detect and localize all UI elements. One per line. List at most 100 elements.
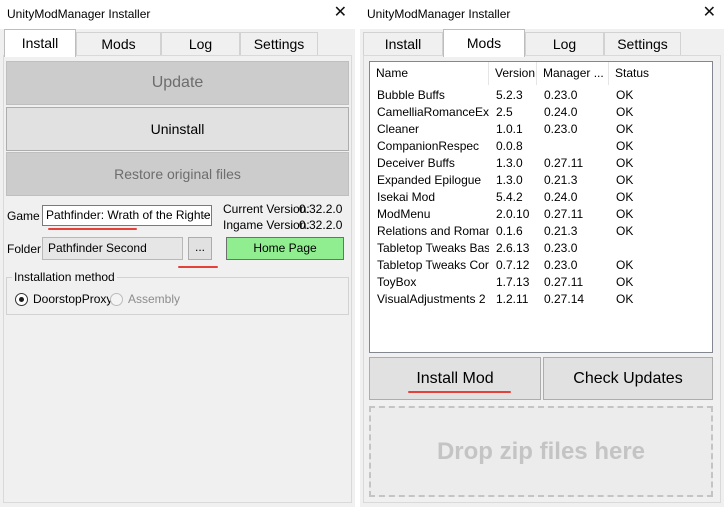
mod-version: 5.4.2 bbox=[496, 190, 523, 204]
mod-name: Relations and Roman... bbox=[377, 224, 489, 238]
tab-mods[interactable]: Mods bbox=[76, 32, 161, 56]
restore-original-files-button[interactable]: Restore original files bbox=[6, 152, 349, 196]
mod-manager-version: 0.27.11 bbox=[544, 207, 584, 221]
installer-window-left: UnityModManager Installer ✕ Install Mods… bbox=[0, 0, 355, 507]
game-select-value: Pathfinder: Wrath of the Righte bbox=[46, 208, 211, 222]
mod-manager-version: 0.24.0 bbox=[544, 105, 578, 119]
mod-status: OK bbox=[616, 139, 634, 153]
install-mod-label: Install Mod bbox=[416, 370, 494, 387]
mod-version: 1.3.0 bbox=[496, 173, 523, 187]
uninstall-button[interactable]: Uninstall bbox=[6, 107, 349, 151]
tab-bar: Install Mods Log Settings bbox=[0, 29, 355, 57]
home-page-button[interactable]: Home Page bbox=[226, 237, 344, 260]
mod-status: OK bbox=[616, 275, 634, 289]
table-row[interactable]: ToyBox 1.7.13 0.27.11 OK bbox=[370, 274, 712, 291]
window-title: UnityModManager Installer bbox=[367, 7, 511, 21]
tab-mods[interactable]: Mods bbox=[443, 29, 525, 57]
mods-list[interactable]: Name Version Manager ... Status Bubble B… bbox=[369, 61, 713, 353]
folder-label: Folder bbox=[7, 242, 42, 256]
annotation-underline-game bbox=[48, 228, 137, 230]
mod-manager-version: 0.23.0 bbox=[544, 122, 578, 136]
mod-version: 0.0.8 bbox=[496, 139, 523, 153]
mod-manager-version: 0.21.3 bbox=[544, 224, 578, 238]
table-row[interactable]: Cleaner 1.0.1 0.23.0 OK bbox=[370, 121, 712, 138]
mod-status: OK bbox=[616, 190, 634, 204]
table-row[interactable]: Deceiver Buffs 1.3.0 0.27.11 OK bbox=[370, 155, 712, 172]
install-mod-button[interactable]: Install Mod bbox=[369, 357, 541, 400]
title-bar: UnityModManager Installer ✕ bbox=[360, 0, 724, 29]
mod-version: 1.2.11 bbox=[496, 292, 529, 306]
assembly-radio-label: Assembly bbox=[128, 292, 181, 306]
mod-version: 2.5 bbox=[496, 105, 513, 119]
ingame-version-value: 0.32.2.0 bbox=[299, 218, 343, 232]
mod-manager-version: 0.23.0 bbox=[544, 258, 578, 272]
installation-method-label: Installation method bbox=[12, 270, 117, 284]
tab-log[interactable]: Log bbox=[161, 32, 240, 56]
mod-version: 0.7.12 bbox=[496, 258, 530, 272]
tab-install[interactable]: Install bbox=[4, 29, 76, 57]
doorstopproxy-radio[interactable] bbox=[15, 293, 28, 306]
table-row[interactable]: Tabletop Tweaks Base 2.6.13 0.23.0 bbox=[370, 240, 712, 257]
mod-name: Isekai Mod bbox=[377, 190, 436, 204]
mod-manager-version: 0.23.0 bbox=[544, 241, 578, 255]
mod-name: Tabletop Tweaks Core bbox=[377, 258, 489, 272]
doorstopproxy-radio-label: DoorstopProxy bbox=[33, 292, 113, 306]
tab-install[interactable]: Install bbox=[363, 32, 443, 56]
current-version-value: 0.32.2.0 bbox=[299, 202, 343, 216]
assembly-radio[interactable] bbox=[110, 293, 123, 306]
column-header-version[interactable]: Version bbox=[489, 62, 537, 85]
mod-name: VisualAdjustments 2 bbox=[377, 292, 486, 306]
current-version-label: Current Version: bbox=[223, 202, 310, 216]
mod-manager-version: 0.27.11 bbox=[544, 156, 584, 170]
ingame-version-label: Ingame Version: bbox=[223, 218, 310, 232]
mod-status: OK bbox=[616, 122, 634, 136]
mod-version: 5.2.3 bbox=[496, 88, 523, 102]
tab-log[interactable]: Log bbox=[525, 32, 604, 56]
mod-version: 0.1.6 bbox=[496, 224, 523, 238]
column-header-name[interactable]: Name bbox=[370, 62, 489, 85]
game-select[interactable]: Pathfinder: Wrath of the Righte ⌵ bbox=[42, 205, 212, 226]
table-row[interactable]: Isekai Mod 5.4.2 0.24.0 OK bbox=[370, 189, 712, 206]
drop-zip-zone[interactable]: Drop zip files here bbox=[369, 406, 713, 497]
browse-folder-button[interactable]: ... bbox=[188, 237, 212, 260]
table-row[interactable]: CamelliaRomanceExp... 2.5 0.24.0 OK bbox=[370, 104, 712, 121]
chevron-down-icon: ⌵ bbox=[201, 210, 209, 221]
tab-bar: Install Mods Log Settings bbox=[360, 29, 724, 57]
table-row[interactable]: ModMenu 2.0.10 0.27.11 OK bbox=[370, 206, 712, 223]
mod-manager-version: 0.21.3 bbox=[544, 173, 578, 187]
column-header-manager-version[interactable]: Manager ... bbox=[537, 62, 609, 85]
mod-name: Deceiver Buffs bbox=[377, 156, 455, 170]
mod-status: OK bbox=[616, 105, 634, 119]
mod-manager-version: 0.24.0 bbox=[544, 190, 578, 204]
mods-list-header: Name Version Manager ... Status bbox=[370, 62, 712, 85]
close-icon[interactable]: ✕ bbox=[334, 4, 347, 22]
game-label: Game bbox=[7, 209, 40, 223]
mod-name: Expanded Epilogue bbox=[377, 173, 482, 187]
update-button[interactable]: Update bbox=[6, 61, 349, 105]
table-row[interactable]: VisualAdjustments 2 1.2.11 0.27.14 OK bbox=[370, 291, 712, 308]
close-icon[interactable]: ✕ bbox=[703, 4, 716, 22]
mod-name: CamelliaRomanceExp... bbox=[377, 105, 489, 119]
folder-path-field[interactable]: Pathfinder Second bbox=[42, 237, 183, 260]
mod-version: 1.7.13 bbox=[496, 275, 530, 289]
mods-panel: Name Version Manager ... Status Bubble B… bbox=[363, 55, 721, 503]
table-row[interactable]: CompanionRespec 0.0.8 OK bbox=[370, 138, 712, 155]
title-bar: UnityModManager Installer ✕ bbox=[0, 0, 355, 29]
annotation-underline-install-mod bbox=[408, 391, 511, 393]
tab-settings[interactable]: Settings bbox=[240, 32, 318, 56]
installer-window-right: UnityModManager Installer ✕ Install Mods… bbox=[360, 0, 724, 507]
install-panel: Update Uninstall Restore original files … bbox=[3, 55, 352, 503]
table-row[interactable]: Expanded Epilogue 1.3.0 0.21.3 OK bbox=[370, 172, 712, 189]
mod-status: OK bbox=[616, 173, 634, 187]
check-updates-button[interactable]: Check Updates bbox=[543, 357, 713, 400]
mod-name: ToyBox bbox=[377, 275, 417, 289]
mod-manager-version: 0.23.0 bbox=[544, 88, 578, 102]
table-row[interactable]: Tabletop Tweaks Core 0.7.12 0.23.0 OK bbox=[370, 257, 712, 274]
table-row[interactable]: Relations and Roman... 0.1.6 0.21.3 OK bbox=[370, 223, 712, 240]
mod-status: OK bbox=[616, 258, 634, 272]
tab-settings[interactable]: Settings bbox=[604, 32, 681, 56]
mod-status bbox=[609, 240, 712, 257]
mod-status: OK bbox=[616, 292, 634, 306]
table-row[interactable]: Bubble Buffs 5.2.3 0.23.0 OK bbox=[370, 87, 712, 104]
column-header-status[interactable]: Status bbox=[609, 62, 712, 85]
